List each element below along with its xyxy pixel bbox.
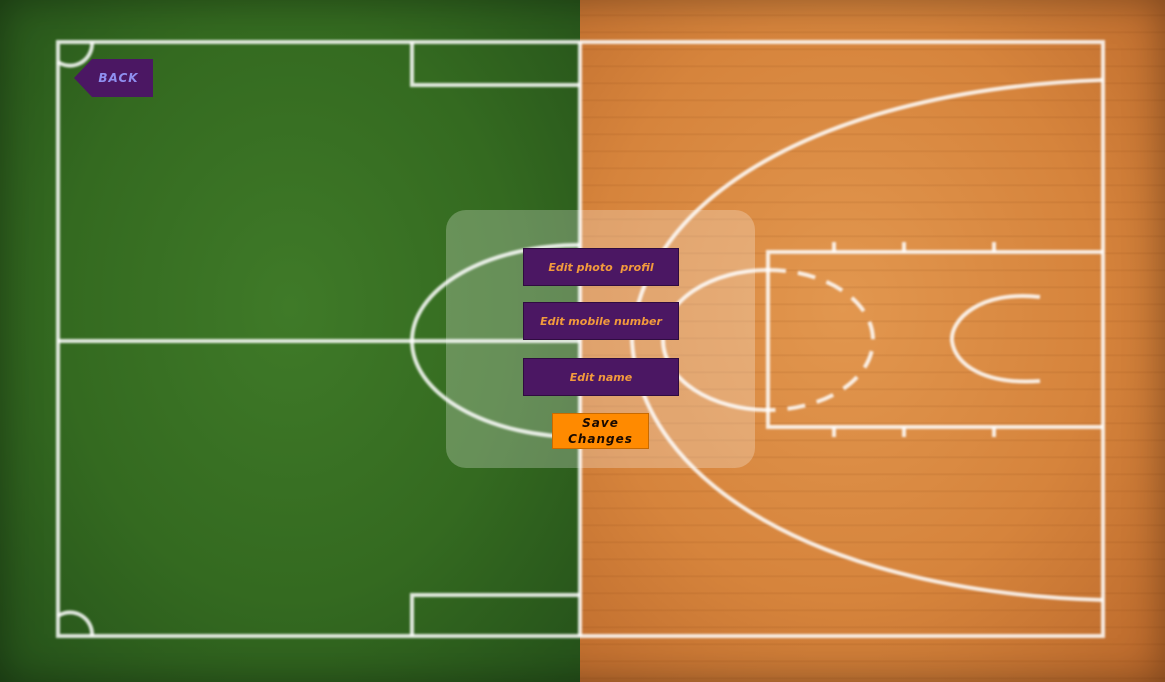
save-changes-button[interactable]: Save Changes (552, 413, 649, 449)
edit-name-button[interactable]: Edit name (523, 358, 679, 396)
edit-photo-button[interactable]: Edit photo profil (523, 248, 679, 286)
profile-edit-screen: BACK Edit photo profil Edit mobile numbe… (0, 0, 1165, 682)
edit-mobile-number-button[interactable]: Edit mobile number (523, 302, 679, 340)
